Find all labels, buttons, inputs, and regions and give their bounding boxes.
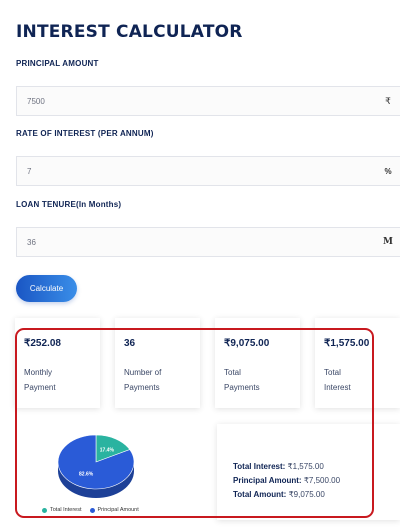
total-interest-card: ₹1,575.00 Total Interest: [315, 318, 400, 408]
card-desc-line: Total: [224, 368, 241, 377]
card-desc-line: Total: [324, 368, 341, 377]
summary-principal-label: Principal Amount:: [233, 476, 302, 485]
pie-chart: 17.4% 82.6%: [40, 430, 160, 516]
summary-amount-value: ₹9,075.00: [288, 490, 325, 499]
total-interest-desc: Total Interest: [324, 365, 391, 395]
pie-label-1: 82.6%: [79, 472, 94, 478]
page-title: INTEREST CALCULATOR: [16, 22, 243, 42]
rate-label: RATE OF INTEREST (PER ANNUM): [16, 129, 154, 138]
months-suffix: M: [383, 237, 393, 247]
card-desc-line: Monthly: [24, 368, 53, 377]
tenure-field[interactable]: M: [16, 227, 400, 257]
chart-legend: Total Interest Principal Amount: [42, 507, 147, 513]
total-payments-card: ₹9,075.00 Total Payments: [215, 318, 300, 408]
card-desc-line: Payments: [124, 383, 160, 392]
legend-item-principal: Principal Amount: [89, 507, 139, 513]
total-payments-value: ₹9,075.00: [224, 338, 270, 349]
rate-field[interactable]: %: [16, 156, 400, 186]
monthly-payment-card: ₹252.08 Monthly Payment: [15, 318, 100, 408]
card-desc-line: Number of: [124, 368, 162, 377]
summary-amount-label: Total Amount:: [233, 490, 287, 499]
card-desc-line: Interest: [324, 383, 351, 392]
monthly-payment-value: ₹252.08: [24, 338, 61, 349]
calculate-button[interactable]: Calculate: [16, 275, 77, 302]
summary-principal-value: ₹7,500.00: [303, 476, 341, 485]
summary-card: Total Interest: ₹1,575.00 Principal Amou…: [217, 424, 400, 520]
principal-label: PRINCIPAL AMOUNT: [16, 59, 99, 68]
rupee-suffix: ₹: [385, 95, 391, 106]
card-desc-line: Payment: [24, 383, 56, 392]
number-of-payments-card: 36 Number of Payments: [115, 318, 200, 408]
legend-label-interest: Total Interest: [50, 507, 82, 513]
tenure-label: LOAN TENURE(In Months): [16, 200, 122, 209]
number-of-payments-value: 36: [124, 338, 136, 349]
legend-swatch-principal: [89, 507, 95, 513]
pie-chart-svg: 17.4% 82.6%: [57, 434, 135, 498]
legend-label-principal: Principal Amount: [97, 507, 139, 513]
summary-interest-label: Total Interest:: [233, 462, 286, 471]
tenure-input[interactable]: [17, 228, 376, 256]
summary-interest-value: ₹1,575.00: [287, 462, 324, 471]
summary-interest: Total Interest: ₹1,575.00: [233, 460, 400, 474]
total-interest-value: ₹1,575.00: [324, 338, 370, 349]
summary-amount: Total Amount: ₹9,075.00: [233, 488, 400, 502]
legend-swatch-interest: [42, 507, 47, 513]
principal-input[interactable]: [17, 87, 376, 115]
total-payments-desc: Total Payments: [224, 365, 291, 395]
pie-label-0: 17.4%: [100, 447, 115, 453]
number-of-payments-desc: Number of Payments: [124, 365, 191, 395]
monthly-payment-desc: Monthly Payment: [24, 365, 91, 395]
principal-field[interactable]: ₹: [16, 86, 400, 116]
legend-item-interest: Total Interest: [42, 507, 82, 513]
percent-suffix: %: [384, 166, 392, 176]
rate-input[interactable]: [17, 157, 376, 185]
card-desc-line: Payments: [224, 383, 260, 392]
summary-principal: Principal Amount: ₹7,500.00: [233, 474, 400, 488]
